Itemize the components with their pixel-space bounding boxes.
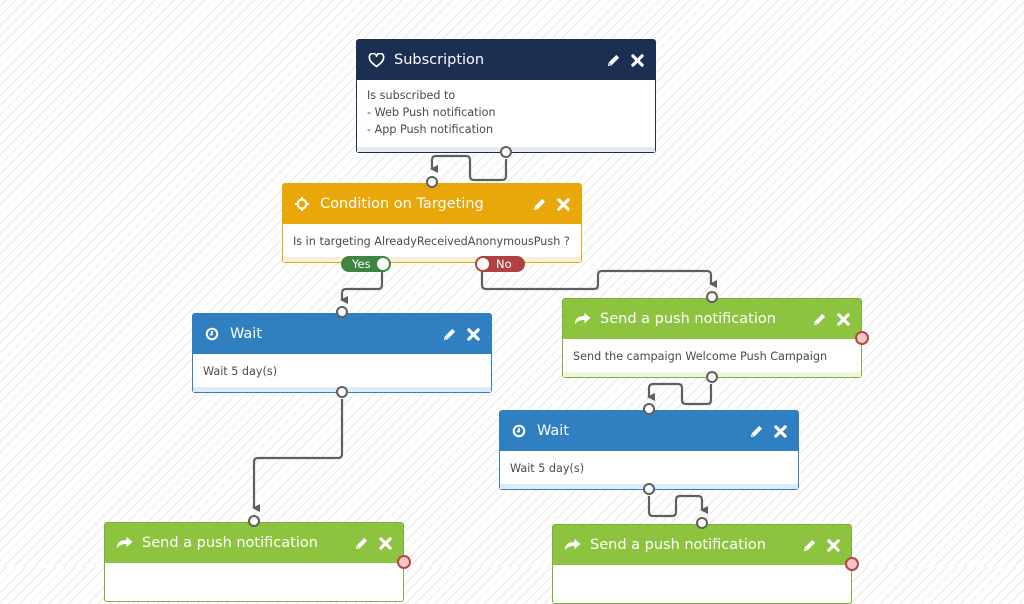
body-line: - Web Push notification [367, 106, 496, 119]
node-header[interactable]: Send a push notification [553, 525, 851, 565]
body-line: Wait 5 day(s) [203, 365, 278, 378]
clock-icon [203, 325, 221, 343]
node-wait-left[interactable]: Wait Wait 5 day(s) [192, 306, 492, 398]
body-line: Is subscribed to [367, 89, 456, 102]
input-endpoint[interactable] [336, 306, 348, 318]
pencil-icon[interactable] [811, 311, 827, 327]
pencil-icon[interactable] [801, 537, 817, 553]
node-header[interactable]: Send a push notification [563, 299, 861, 339]
node-wait-right[interactable]: Wait Wait 5 day(s) [499, 403, 799, 495]
node-title: Send a push notification [600, 311, 776, 327]
input-endpoint[interactable] [706, 291, 718, 303]
node-header[interactable]: Condition on Targeting [283, 184, 581, 224]
close-icon[interactable] [629, 52, 645, 68]
yes-branch-endpoint[interactable]: Yes [341, 256, 391, 272]
output-endpoint[interactable] [336, 386, 348, 398]
pencil-icon[interactable] [531, 196, 547, 212]
input-endpoint[interactable] [696, 517, 708, 529]
close-icon[interactable] [465, 326, 481, 342]
pencil-icon[interactable] [353, 535, 369, 551]
output-endpoint[interactable] [643, 483, 655, 495]
node-push-bottom-right[interactable]: Send a push notification [552, 517, 859, 604]
connector-wait-to-push-bottom [647, 494, 708, 518]
node-title: Wait [537, 423, 570, 439]
input-endpoint[interactable] [426, 176, 438, 188]
node-header[interactable]: Subscription [357, 40, 655, 80]
node-title: Send a push notification [142, 535, 318, 551]
connector-yes-to-wait [340, 270, 384, 304]
node-header[interactable]: Wait [193, 314, 491, 354]
node-title: Send a push notification [590, 537, 766, 553]
body-line: Send the campaign Welcome Push Campaign [573, 350, 828, 363]
no-label: No [496, 257, 512, 271]
pencil-icon[interactable] [605, 52, 621, 68]
yes-dot [377, 258, 389, 270]
pencil-icon[interactable] [441, 326, 457, 342]
body-line: Wait 5 day(s) [510, 462, 585, 475]
close-icon[interactable] [825, 537, 841, 553]
node-header[interactable]: Wait [500, 411, 798, 451]
connector-push-to-wait [647, 382, 713, 406]
body-line: - App Push notification [367, 123, 494, 136]
connector-wait-to-push [252, 399, 344, 512]
pencil-icon[interactable] [748, 423, 764, 439]
node-body: Is subscribed to - Web Push notification… [357, 80, 655, 144]
node-condition[interactable]: Condition on Targeting Is in targeting A… [282, 176, 582, 272]
input-endpoint[interactable] [248, 515, 260, 527]
clock-icon [510, 422, 528, 440]
error-endpoint[interactable] [845, 557, 859, 571]
node-body: Send the campaign Welcome Push Campaign [563, 339, 861, 371]
error-endpoint[interactable] [855, 331, 869, 345]
close-icon[interactable] [772, 423, 788, 439]
share-arrow-icon [563, 536, 581, 554]
node-body: Is in targeting AlreadyReceivedAnonymous… [283, 224, 581, 256]
close-icon[interactable] [377, 535, 393, 551]
heart-icon [367, 51, 385, 69]
node-body: Wait 5 day(s) [500, 451, 798, 483]
node-body: Wait 5 day(s) [193, 354, 491, 386]
yes-label: Yes [352, 257, 371, 271]
output-endpoint[interactable] [706, 371, 718, 383]
no-branch-endpoint[interactable]: No [475, 256, 525, 272]
node-title: Wait [230, 326, 263, 342]
node-title: Condition on Targeting [320, 196, 484, 212]
connector-no-to-push [480, 269, 717, 291]
node-push-right[interactable]: Send a push notification Send the campai… [562, 291, 869, 383]
node-footer [283, 257, 581, 262]
input-endpoint[interactable] [643, 403, 655, 415]
close-icon[interactable] [555, 196, 571, 212]
output-endpoint[interactable] [500, 146, 512, 158]
node-title: Subscription [394, 52, 485, 68]
crosshair-icon [293, 195, 311, 213]
share-arrow-icon [573, 310, 591, 328]
body-line: Is in targeting AlreadyReceivedAnonymous… [293, 235, 570, 248]
share-arrow-icon [115, 534, 133, 552]
connector-subscription-to-condition [430, 154, 508, 182]
node-header[interactable]: Send a push notification [105, 523, 403, 563]
close-icon[interactable] [835, 311, 851, 327]
node-subscription[interactable]: Subscription Is subscribed to - Web Push… [356, 39, 656, 158]
no-dot [477, 258, 489, 270]
node-push-bottom-left[interactable]: Send a push notification [104, 515, 411, 602]
